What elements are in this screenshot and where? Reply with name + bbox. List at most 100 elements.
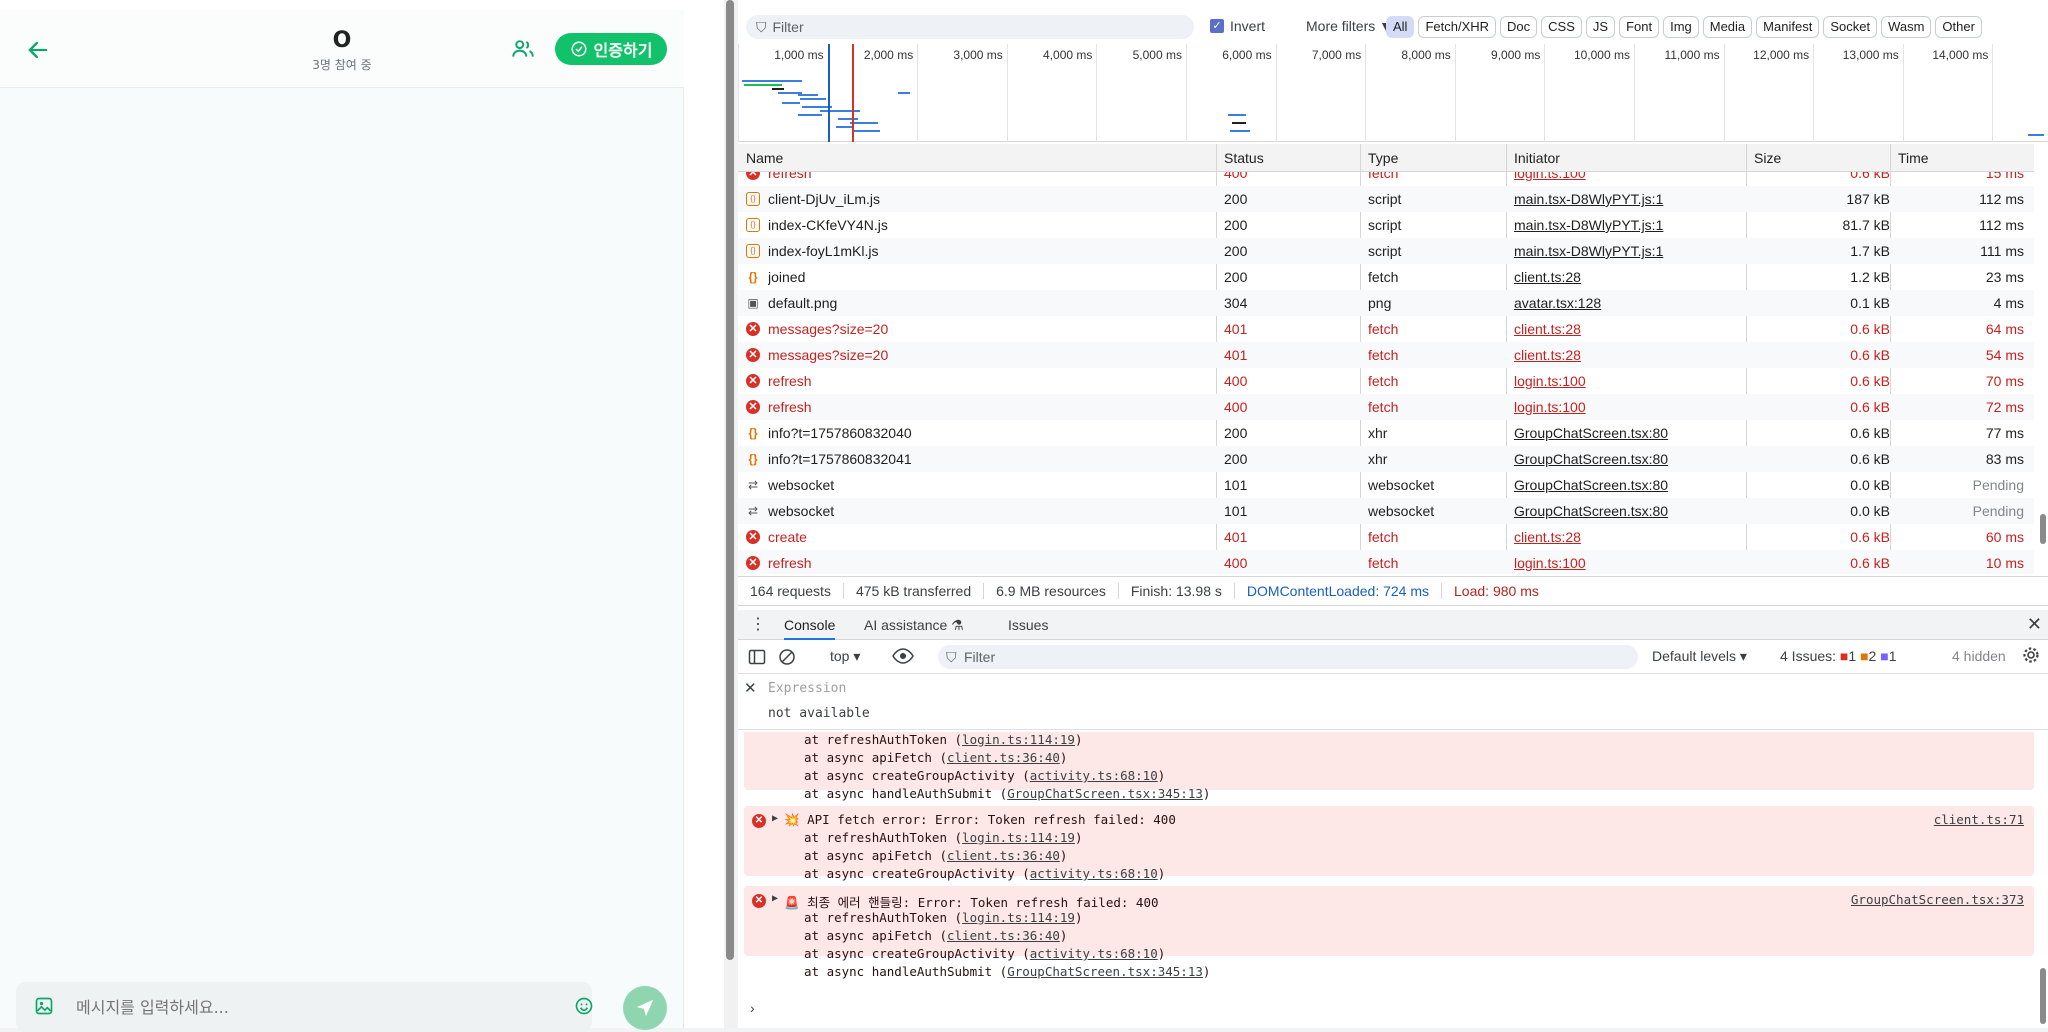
network-scrollbar-thumb[interactable] (2040, 514, 2046, 544)
filter-chip-css[interactable]: CSS (1541, 16, 1582, 38)
expression-input[interactable]: Expression (768, 681, 846, 696)
page-scrollbar-thumb[interactable] (726, 0, 734, 960)
filter-chip-wasm[interactable]: Wasm (1881, 16, 1932, 38)
request-initiator[interactable]: GroupChatScreen.tsx:80 (1514, 503, 1744, 519)
tab-issues[interactable]: Issues (1008, 617, 1048, 633)
stack-frame-link[interactable]: client.ts:36:40 (947, 750, 1060, 765)
issues-counter[interactable]: 4 Issues: ■1 ■2 ■1 (1780, 648, 1897, 664)
message-input[interactable] (74, 992, 534, 1022)
tab-console[interactable]: Console (784, 617, 836, 640)
console-settings-gear-icon[interactable] (2022, 646, 2040, 667)
page-scrollbar[interactable] (724, 0, 736, 1028)
console-error-message[interactable]: at refreshAuthToken (login.ts:114:19) at … (744, 732, 2034, 801)
request-row[interactable]: ✕ refresh 400 fetch login.ts:100 0.6 kB 10 ms (738, 550, 2034, 574)
stack-frame-link[interactable]: GroupChatScreen.tsx:345:13 (1007, 786, 1203, 801)
clear-console-icon[interactable] (778, 648, 796, 669)
request-row[interactable]: ✕ messages?size=20 401 fetch client.ts:28 0.6… (738, 316, 2034, 342)
network-scrollbar[interactable] (2038, 144, 2048, 574)
request-row[interactable]: {} info?t=1757860832040 200 xhr GroupChatScr… (738, 420, 2034, 446)
live-expression-eye-icon[interactable] (892, 648, 914, 667)
close-drawer-icon[interactable]: ✕ (2027, 614, 2042, 635)
filter-chip-js[interactable]: JS (1585, 16, 1616, 38)
column-time[interactable]: Time (1898, 150, 1929, 166)
request-initiator[interactable]: login.ts:100 (1514, 373, 1744, 389)
stack-frame-link[interactable]: login.ts:114:19 (962, 830, 1075, 845)
filter-chip-media[interactable]: Media (1702, 16, 1753, 38)
more-filters-dropdown[interactable]: More filters ▼ (1306, 18, 1393, 34)
filter-chip-other[interactable]: Other (1935, 16, 1982, 38)
participants-icon[interactable] (510, 36, 538, 64)
remove-expression-icon[interactable]: ✕ (744, 679, 757, 697)
filter-chip-manifest[interactable]: Manifest (1756, 16, 1820, 38)
sidebar-toggle-icon[interactable] (748, 648, 766, 669)
stack-frame-link[interactable]: client.ts:36:40 (947, 928, 1060, 943)
expand-triangle-icon[interactable]: ▶ (772, 893, 778, 904)
request-row[interactable]: ✕ refresh 400 fetch login.ts:100 0.6 kB 70 ms (738, 368, 2034, 394)
request-initiator[interactable]: main.tsx-D8WlyPYT.js:1 (1514, 217, 1744, 233)
request-initiator[interactable]: client.ts:28 (1514, 269, 1744, 285)
stack-frame-link[interactable]: activity.ts:68:10 (1030, 768, 1158, 783)
console-prompt[interactable]: › (750, 1000, 755, 1016)
request-initiator[interactable]: client.ts:28 (1514, 529, 1744, 545)
request-initiator[interactable]: client.ts:28 (1514, 321, 1744, 337)
send-button[interactable] (623, 986, 667, 1030)
request-initiator[interactable]: GroupChatScreen.tsx:80 (1514, 425, 1744, 441)
request-initiator[interactable]: login.ts:100 (1514, 172, 1744, 181)
request-row[interactable]: ✕ messages?size=20 401 fetch client.ts:28 0.6… (738, 342, 2034, 368)
request-row[interactable]: ✕ refresh 400 fetch login.ts:100 0.6 kB 15 ms (738, 172, 2034, 186)
image-icon[interactable] (34, 996, 56, 1018)
console-error-message[interactable]: ✕ ▶ 🚨 최종 에러 핸들링: Error: Token refresh fail… (744, 886, 2034, 979)
column-size[interactable]: Size (1754, 150, 1781, 166)
request-row[interactable]: ▣ default.png 304 png avatar.tsx:128 0.1 kB 4 … (738, 290, 2034, 316)
request-initiator[interactable]: login.ts:100 (1514, 399, 1744, 415)
column-status[interactable]: Status (1224, 150, 1264, 166)
stack-frame-link[interactable]: activity.ts:68:10 (1030, 946, 1158, 961)
console-scrollbar-thumb[interactable] (2040, 968, 2046, 1024)
message-source-link[interactable]: client.ts:71 (1934, 812, 2024, 827)
more-tabs-icon[interactable]: ⋮ (750, 614, 766, 634)
message-source-link[interactable]: GroupChatScreen.tsx:373 (1851, 892, 2024, 907)
stack-frame-link[interactable]: GroupChatScreen.tsx:345:13 (1007, 964, 1203, 979)
filter-chip-fetch-xhr[interactable]: Fetch/XHR (1418, 16, 1497, 38)
tab-ai-assistance[interactable]: AI assistance ⚗ (864, 617, 964, 634)
auth-button[interactable]: 인증하기 (555, 33, 667, 65)
stack-frame-link[interactable]: client.ts:36:40 (947, 848, 1060, 863)
network-filter-input[interactable]: ⛉ Filter (746, 15, 1194, 39)
filter-chip-all[interactable]: All (1386, 16, 1415, 38)
emoji-icon[interactable] (574, 996, 596, 1018)
request-initiator[interactable]: client.ts:28 (1514, 347, 1744, 363)
console-filter-input[interactable]: ⛉ Filter (938, 645, 1638, 669)
console-scrollbar[interactable] (2038, 732, 2048, 1028)
request-row[interactable]: {} index-foyL1mKl.js 200 script main.tsx-D8W… (738, 238, 2034, 264)
filter-chip-img[interactable]: Img (1663, 16, 1699, 38)
request-row[interactable]: ✕ refresh 400 fetch login.ts:100 0.6 kB 72 ms (738, 394, 2034, 420)
stack-frame-link[interactable]: login.ts:114:19 (962, 732, 1075, 747)
column-type[interactable]: Type (1368, 150, 1398, 166)
request-row[interactable]: {} joined 200 fetch client.ts:28 1.2 kB 23 ms (738, 264, 2034, 290)
expand-triangle-icon[interactable]: ▶ (772, 813, 778, 824)
network-overview-timeline[interactable]: 1,000 ms 2,000 ms 3,000 ms 4,000 ms 5,000 ms… (738, 44, 2048, 142)
request-row[interactable]: ⇄ websocket 101 websocket GroupChatScreen.ts… (738, 498, 2034, 524)
request-row[interactable]: ⇄ websocket 101 websocket GroupChatScreen.ts… (738, 472, 2034, 498)
column-name[interactable]: Name (746, 150, 783, 166)
stack-frame-link[interactable]: login.ts:114:19 (962, 910, 1075, 925)
request-initiator[interactable]: avatar.tsx:128 (1514, 295, 1744, 311)
request-initiator[interactable]: login.ts:100 (1514, 555, 1744, 571)
request-initiator[interactable]: GroupChatScreen.tsx:80 (1514, 477, 1744, 493)
log-levels-dropdown[interactable]: Default levels ▾ (1652, 648, 1747, 665)
filter-chip-socket[interactable]: Socket (1823, 16, 1878, 38)
filter-chip-font[interactable]: Font (1619, 16, 1660, 38)
invert-checkbox[interactable]: ✓ Invert (1210, 18, 1265, 34)
column-initiator[interactable]: Initiator (1514, 150, 1560, 166)
stack-frame-link[interactable]: activity.ts:68:10 (1030, 866, 1158, 881)
console-error-message[interactable]: ✕ ▶ 💥 API fetch error: Error: Token refres… (744, 806, 2034, 899)
request-row[interactable]: {} info?t=1757860832041 200 xhr GroupChatScr… (738, 446, 2034, 472)
request-row[interactable]: {} client-DjUv_iLm.js 200 script main.tsx-D8… (738, 186, 2034, 212)
context-selector[interactable]: top ▾ (830, 648, 860, 665)
request-initiator[interactable]: GroupChatScreen.tsx:80 (1514, 451, 1744, 467)
filter-chip-doc[interactable]: Doc (1500, 16, 1538, 38)
request-row[interactable]: ✕ create 401 fetch client.ts:28 0.6 kB 60 ms (738, 524, 2034, 550)
request-initiator[interactable]: main.tsx-D8WlyPYT.js:1 (1514, 191, 1744, 207)
request-row[interactable]: {} index-CKfeVY4N.js 200 script main.tsx-D8W… (738, 212, 2034, 238)
request-initiator[interactable]: main.tsx-D8WlyPYT.js:1 (1514, 243, 1744, 259)
